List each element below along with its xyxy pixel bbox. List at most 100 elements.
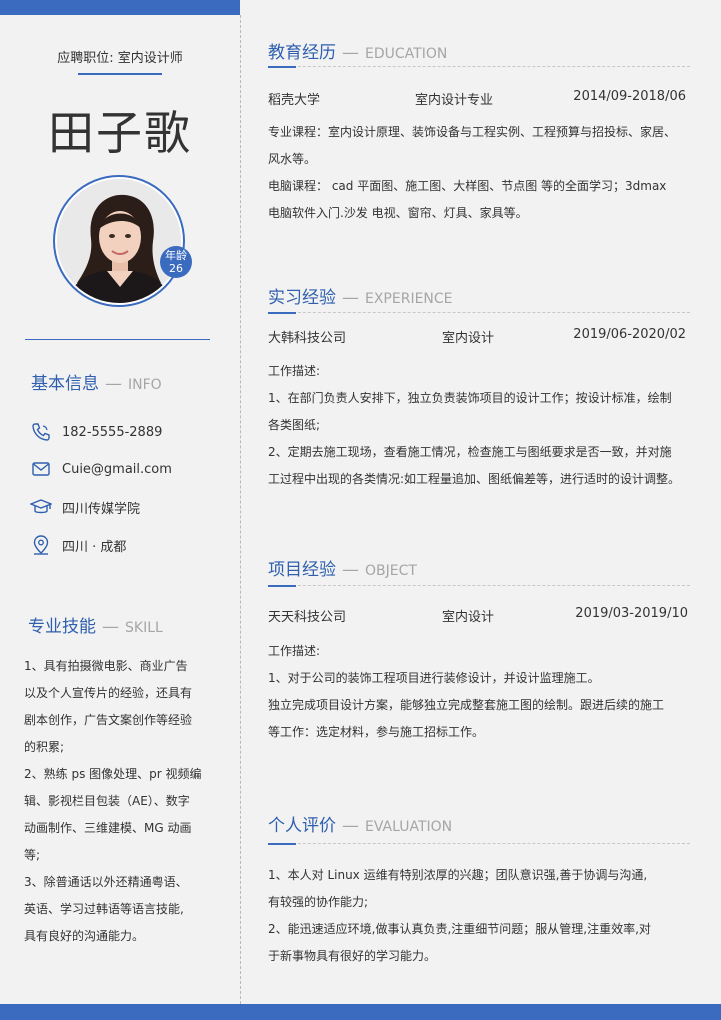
education-title-accent (268, 66, 296, 68)
evaluation-line: 于新事物具有很好的学习能力。 (268, 949, 437, 963)
internship-title: 实习经验 (268, 288, 336, 308)
education-line: 电脑课程： cad 平面图、施工图、大样图、节点图 等的全面学习；3dmax (268, 179, 667, 193)
education-title: 教育经历 (268, 43, 336, 63)
internship-title-accent (268, 312, 296, 314)
title-dash: — (342, 43, 359, 63)
project-details: 工作描述: 1、对于公司的装饰工程项目进行装修设计，并设计监理施工。 独立完成项… (268, 638, 693, 746)
skills-title: 专业技能 (28, 617, 96, 637)
evaluation-title-accent (268, 843, 296, 845)
left-separator (25, 339, 210, 340)
internship-line: 各类图纸; (268, 418, 321, 432)
email-address[interactable]: Cuie@gmail.com (62, 462, 172, 477)
project-line: 独立完成项目设计方案，能够独立完成整套施工图的绘制。跟进后续的施工 (268, 698, 665, 712)
skill-line: 以及个人宣传片的经验，还具有 (24, 686, 193, 700)
title-dash: — (105, 374, 122, 394)
skill-line: 2、熟练 ps 图像处理、pr 视频编 (24, 767, 202, 781)
skills-subtitle: SKILL (125, 620, 163, 636)
project-line: 工作描述: (268, 644, 321, 658)
top-accent-bar (0, 0, 240, 15)
evaluation-line: 2、能迅速适应环境,做事认真负责,注重细节问题；服从管理,注重效率,对 (268, 922, 651, 936)
education-school: 稻壳大学 (268, 93, 321, 108)
location-pin-icon (30, 534, 52, 556)
internship-title-rule (268, 312, 690, 313)
education-line: 风水等。 (268, 152, 317, 166)
info-email-row: Cuie@gmail.com (30, 458, 172, 480)
bottom-accent-bar (0, 1004, 721, 1020)
resume-page: 应聘职位: 室内设计师 田子歌 年龄 26 基本信息 — INFO 182-55… (0, 0, 721, 1020)
graduation-cap-icon (30, 496, 52, 518)
internship-details: 工作描述: 1、在部门负责人安排下，独立负责装饰项目的设计工作；按设计标准，绘制… (268, 358, 693, 493)
skill-line: 的积累; (24, 740, 65, 754)
internship-line: 工作描述: (268, 364, 321, 378)
project-title-accent (268, 585, 296, 587)
info-title: 基本信息 (31, 374, 99, 394)
column-divider (240, 15, 241, 1004)
skill-line: 具有良好的沟通能力。 (24, 929, 145, 943)
skill-line: 等; (24, 848, 41, 862)
evaluation-section-title: 个人评价 — EVALUATION (268, 811, 452, 836)
internship-section-title: 实习经验 — EXPERIENCE (268, 283, 453, 308)
skills-list: 1、具有拍摄微电影、商业广告 以及个人宣传片的经验，还具有 剧本创作，广告文案创… (24, 653, 210, 950)
info-phone-row: 182-5555-2889 (30, 421, 162, 443)
info-school-row: 四川传媒学院 (30, 496, 140, 518)
left-column: 应聘职位: 室内设计师 田子歌 年龄 26 基本信息 — INFO 182-55… (0, 15, 240, 1004)
skill-line: 剧本创作，广告文案创作等经验 (24, 713, 193, 727)
internship-line: 2、定期去施工现场，查看施工情况，检查施工与图纸要求是否一致，并对施 (268, 445, 672, 459)
info-location-row: 四川 · 成都 (30, 534, 126, 556)
evaluation-line: 有较强的协作能力; (268, 895, 369, 909)
skill-line: 3、除普通话以外还精通粤语、 (24, 875, 188, 889)
project-subtitle: OBJECT (365, 563, 417, 579)
project-period: 2019/03-2019/10 (575, 606, 688, 621)
title-dash: — (102, 617, 119, 637)
education-section-title: 教育经历 — EDUCATION (268, 38, 447, 63)
internship-line: 工过程中出现的各类情况:如工程量追加、图纸偏差等，进行适时的设计调整。 (268, 472, 681, 486)
evaluation-title: 个人评价 (268, 816, 336, 836)
education-line: 专业课程：室内设计原理、装饰设备与工程实例、工程预算与招投标、家居、 (268, 125, 677, 139)
location-text: 四川 · 成都 (62, 539, 127, 555)
project-line: 等工作：选定材料，参与施工招标工作。 (268, 725, 485, 739)
education-subtitle: EDUCATION (365, 46, 448, 62)
evaluation-line: 1、本人对 Linux 运维有特别浓厚的兴趣；团队意识强,善于协调与沟通, (268, 868, 648, 882)
internship-line: 1、在部门负责人安排下，独立负责装饰项目的设计工作；按设计标准，绘制 (268, 391, 672, 405)
title-dash: — (342, 560, 359, 580)
age-badge: 年龄 26 (160, 246, 192, 278)
phone-icon (30, 421, 52, 443)
internship-role: 室内设计 (442, 331, 495, 346)
evaluation-details: 1、本人对 Linux 运维有特别浓厚的兴趣；团队意识强,善于协调与沟通, 有较… (268, 862, 693, 970)
internship-subtitle: EXPERIENCE (365, 291, 453, 307)
project-company: 天天科技公司 (268, 610, 347, 625)
job-underline (78, 73, 162, 75)
skill-line: 英语、学习过韩语等语言技能, (24, 902, 184, 916)
project-title: 项目经验 (268, 560, 336, 580)
project-role: 室内设计 (442, 610, 495, 625)
phone-number[interactable]: 182-5555-2889 (62, 425, 162, 440)
info-section-title: 基本信息 — INFO (31, 369, 162, 394)
education-major: 室内设计专业 (415, 93, 494, 108)
internship-period: 2019/06-2020/02 (573, 327, 686, 342)
age-label: 年龄 (165, 249, 187, 262)
education-details: 专业课程：室内设计原理、装饰设备与工程实例、工程预算与招投标、家居、 风水等。 … (268, 119, 693, 227)
education-period: 2014/09-2018/06 (573, 89, 686, 104)
avatar-illustration (57, 179, 181, 303)
school-name: 四川传媒学院 (62, 501, 141, 517)
evaluation-subtitle: EVALUATION (365, 819, 453, 835)
age-value: 26 (169, 262, 183, 275)
job-position: 应聘职位: 室内设计师 (57, 51, 183, 66)
education-title-rule (268, 66, 690, 67)
title-dash: — (342, 288, 359, 308)
mail-icon (30, 458, 52, 480)
education-line: 电脑软件入门.沙发 电视、窗帘、灯具、家具等。 (268, 206, 528, 220)
internship-company: 大韩科技公司 (268, 331, 347, 346)
info-subtitle: INFO (128, 377, 162, 393)
skill-line: 动画制作、三维建模、MG 动画 (24, 821, 192, 835)
avatar (57, 179, 181, 303)
skill-line: 1、具有拍摄微电影、商业广告 (24, 659, 188, 673)
skills-section-title: 专业技能 — SKILL (28, 612, 163, 637)
project-title-rule (268, 585, 690, 586)
title-dash: — (342, 816, 359, 836)
candidate-name: 田子歌 (48, 106, 192, 160)
project-section-title: 项目经验 — OBJECT (268, 555, 417, 580)
project-line: 1、对于公司的装饰工程项目进行装修设计，并设计监理施工。 (268, 671, 600, 685)
skill-line: 辑、影视栏目包装（AE）、数字 (24, 794, 190, 808)
evaluation-title-rule (268, 843, 690, 844)
